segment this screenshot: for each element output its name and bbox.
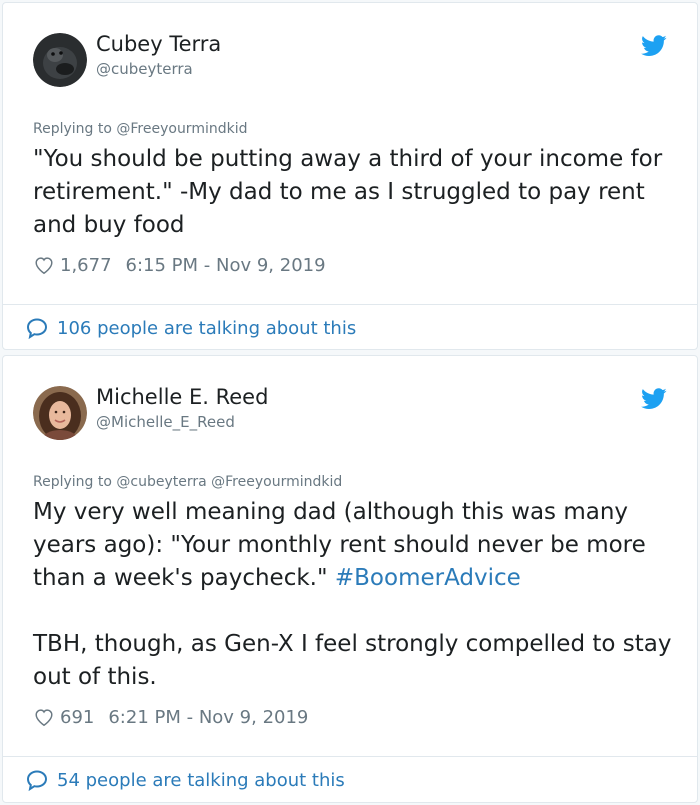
tweet-paragraph: TBH, though, as Gen-X I feel strongly co…: [33, 631, 672, 690]
woman-portrait-avatar-icon: [33, 386, 87, 440]
talking-link[interactable]: 54 people are talking about this: [25, 768, 345, 792]
talking-link[interactable]: 106 people are talking about this: [25, 316, 356, 340]
speech-bubble-icon: [25, 316, 49, 340]
avatar[interactable]: [33, 386, 87, 440]
author-name[interactable]: Cubey Terra: [96, 32, 221, 56]
tweet-paragraph: "You should be putting away a third of y…: [33, 146, 663, 238]
twitter-bird-icon[interactable]: [641, 388, 667, 410]
tweet-card: Cubey Terra @cubeyterra Replying to @Fre…: [2, 2, 698, 350]
tweet-meta: 691 6:21 PM - Nov 9, 2019: [33, 706, 308, 728]
heart-icon[interactable]: [33, 706, 55, 728]
timestamp[interactable]: 6:15 PM - Nov 9, 2019: [126, 255, 326, 276]
avatar[interactable]: [33, 33, 87, 87]
talking-label[interactable]: 106 people are talking about this: [57, 318, 356, 339]
timestamp[interactable]: 6:21 PM - Nov 9, 2019: [108, 707, 308, 728]
like-count[interactable]: 691: [60, 707, 94, 728]
tweet-meta: 1,677 6:15 PM - Nov 9, 2019: [33, 254, 326, 276]
speech-bubble-icon: [25, 768, 49, 792]
dark-animal-avatar-icon: [33, 33, 87, 87]
talking-label[interactable]: 54 people are talking about this: [57, 770, 345, 791]
author-handle[interactable]: @cubeyterra: [96, 60, 193, 78]
twitter-bird-icon[interactable]: [641, 35, 667, 57]
divider: [3, 756, 697, 757]
replying-to[interactable]: Replying to @Freeyourmindkid: [33, 121, 248, 137]
author-name[interactable]: Michelle E. Reed: [96, 385, 268, 409]
tweet-card: Michelle E. Reed @Michelle_E_Reed Replyi…: [2, 355, 698, 803]
heart-icon[interactable]: [33, 254, 55, 276]
replying-to[interactable]: Replying to @cubeyterra @Freeyourmindkid: [33, 474, 342, 490]
divider: [3, 304, 697, 305]
like-count[interactable]: 1,677: [60, 255, 112, 276]
tweet-text: "You should be putting away a third of y…: [33, 143, 673, 242]
tweet-text: My very well meaning dad (although this …: [33, 496, 673, 694]
tweet-paragraph: My very well meaning dad (although this …: [33, 496, 673, 595]
author-handle[interactable]: @Michelle_E_Reed: [96, 413, 235, 431]
hashtag-link[interactable]: #BoomerAdvice: [335, 565, 521, 591]
